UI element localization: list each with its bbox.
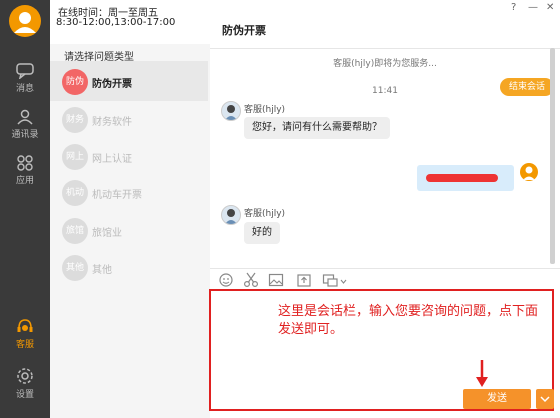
sidebar-item-contacts[interactable]: 通讯录 — [0, 104, 50, 148]
input-toolbar — [210, 268, 560, 291]
customer-service-icon — [17, 319, 33, 332]
user-message-avatar — [520, 163, 538, 181]
category-badge: 旅馆 — [62, 218, 88, 244]
screenshot-icon[interactable] — [322, 272, 348, 288]
category-label: 机动车开票 — [92, 190, 142, 201]
apps-icon — [17, 155, 33, 171]
sidebar-item-label: 消息 — [15, 84, 34, 94]
input-annotation: 这里是会话栏，输入您要咨询的问题，点下面发送即可。 — [278, 304, 539, 337]
agent-message: 您好，请问有什么需要帮助？ — [244, 117, 390, 139]
chat-scrollbar[interactable] — [550, 48, 555, 264]
chat-header: 防伪开票 ? — ✕ — [210, 0, 560, 49]
chevron-down-icon — [540, 396, 550, 403]
system-notice: 客服(hjly)即将为您服务... — [333, 59, 437, 69]
category-label: 网上认证 — [92, 154, 132, 165]
minimize-button[interactable]: — — [528, 2, 538, 13]
sidebar-item-label: 设置 — [15, 390, 34, 400]
agent-portrait-icon — [225, 209, 237, 224]
category-item-other[interactable]: 其他 其他 — [50, 247, 208, 287]
chat-title: 防伪开票 — [222, 24, 266, 37]
sidebar-item-apps[interactable]: 应用 — [0, 150, 50, 194]
category-badge: 机动 — [62, 180, 88, 206]
agent-avatar — [221, 101, 241, 121]
category-label: 防伪开票 — [92, 79, 132, 90]
person-icon — [523, 166, 535, 180]
contacts-icon — [17, 109, 33, 125]
gear-icon — [17, 368, 33, 384]
help-button[interactable]: ? — [511, 2, 516, 13]
category-label: 其他 — [92, 265, 112, 276]
close-button[interactable]: ✕ — [546, 2, 554, 13]
end-session-button[interactable]: 结束会话 — [500, 78, 554, 96]
category-badge: 财务 — [62, 107, 88, 133]
sidebar-item-label: 通讯录 — [11, 130, 39, 140]
upload-icon[interactable] — [296, 272, 312, 288]
person-icon — [14, 12, 36, 33]
user-avatar[interactable] — [9, 5, 41, 37]
online-hours-bar: 在线时间：周一至周五 8:30-12:00,13:00-17:00 — [50, 0, 210, 44]
arrow-down-icon — [476, 360, 488, 387]
redacted-text — [426, 174, 498, 182]
user-message — [417, 165, 514, 191]
agent-name: 客服(hjly) — [244, 209, 286, 219]
category-badge: 其他 — [62, 255, 88, 281]
sidebar-item-messages[interactable]: 消息 — [0, 58, 50, 102]
category-item-anti-counterfeit[interactable]: 防伪 防伪开票 — [50, 61, 208, 101]
chat-bubble-icon — [16, 63, 34, 79]
category-item-finance[interactable]: 财务 财务软件 — [50, 99, 208, 139]
category-item-online-certification[interactable]: 网上 网上认证 — [50, 136, 208, 176]
sidebar-item-customer-service[interactable]: 客服 — [0, 314, 50, 358]
agent-name: 客服(hjly) — [244, 105, 286, 115]
agent-avatar — [221, 205, 241, 225]
category-item-motor-vehicle[interactable]: 机动 机动车开票 — [50, 172, 208, 212]
category-badge: 网上 — [62, 144, 88, 170]
emoji-icon[interactable] — [218, 272, 234, 288]
send-options-button[interactable] — [536, 389, 554, 409]
category-label: 旅馆业 — [92, 228, 122, 239]
category-item-hotel[interactable]: 旅馆 旅馆业 — [50, 210, 208, 250]
category-label: 财务软件 — [92, 117, 132, 128]
online-hours-value: 8:30-12:00,13:00-17:00 — [56, 17, 176, 28]
sidebar-item-settings[interactable]: 设置 — [0, 362, 50, 406]
image-icon[interactable] — [268, 272, 284, 288]
sidebar-item-label: 客服 — [15, 340, 34, 350]
sidebar-item-label: 应用 — [15, 176, 34, 186]
agent-portrait-icon — [225, 105, 237, 120]
sidebar: 消息 通讯录 应用 客服 设置 — [0, 0, 50, 418]
scissors-icon[interactable] — [243, 272, 259, 288]
agent-message: 好的 — [244, 222, 280, 244]
send-button[interactable]: 发送 — [463, 389, 531, 409]
category-panel: 请选择问题类型 防伪 防伪开票 财务 财务软件 网上 网上认证 机动 机动车开票… — [50, 44, 210, 418]
category-badge: 防伪 — [62, 69, 88, 95]
